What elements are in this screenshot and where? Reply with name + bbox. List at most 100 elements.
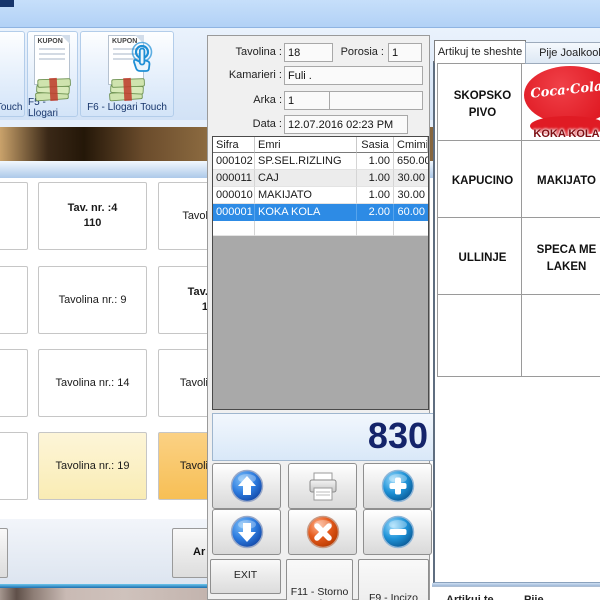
pos-app-window: Touch KUPON F5 - Llogari xyxy=(0,0,600,600)
money-stack-icon xyxy=(32,77,74,103)
product-button-empty[interactable] xyxy=(437,294,528,377)
table-button-label: Tavoli xyxy=(180,376,208,391)
cell-emri: KOKA KOLA xyxy=(255,204,357,221)
porosia-field[interactable] xyxy=(388,43,422,62)
toolbar-icon-area xyxy=(0,32,24,99)
porosia-label: Porosia : xyxy=(328,44,384,60)
bottom-partial-panel: Artikuj te Pije xyxy=(432,586,600,600)
arka-extra-field[interactable] xyxy=(329,91,423,110)
table-header-row: Sifra Emri Sasia Cmimi xyxy=(213,137,428,153)
toolbar-button-partial-touch[interactable]: Touch xyxy=(0,31,25,117)
product-button-speca-me-laken[interactable]: SPECA ME LAKEN xyxy=(521,217,600,300)
kamarieri-label: Kamarieri : xyxy=(208,67,282,83)
cell-sasia: 1.00 xyxy=(357,170,394,187)
order-panel: Tavolina : Porosia : Kamarieri : Arka : … xyxy=(207,35,430,600)
toolbar-button-f5-llogari[interactable]: KUPON F5 - Llogari xyxy=(27,31,78,117)
table-button-partial[interactable] xyxy=(0,349,28,417)
table-button-partial[interactable] xyxy=(0,182,28,250)
product-label: ULLINJE xyxy=(459,250,507,266)
partial-section-label: Artikuj te xyxy=(446,594,494,600)
partial-section-label: Pije xyxy=(524,594,544,600)
table-button-tavolina-9[interactable]: Tavolina nr.: 9 xyxy=(38,266,147,334)
table-button-tavolina-19[interactable]: Tavolina nr.: 19 xyxy=(38,432,147,500)
kupon-receipt-money-icon: KUPON xyxy=(105,35,149,97)
cell-sasia: 1.00 xyxy=(357,187,394,204)
tab-pije-joalkoolike[interactable]: Pije Joalkoolike xyxy=(525,42,600,64)
page-fold-icon xyxy=(61,35,70,44)
table-row-selected[interactable]: 000001 KOKA KOLA 2.00 60.00 xyxy=(213,204,428,221)
footer-button-label: Ar xyxy=(193,546,205,558)
data-label: Data : xyxy=(208,116,282,132)
column-header-cmimi[interactable]: Cmimi xyxy=(394,137,428,153)
toolbar-button-label: Touch xyxy=(0,99,26,116)
kupon-receipt-money-icon: KUPON xyxy=(31,35,75,97)
cell-cmimi: 650.00 xyxy=(394,153,428,170)
tab-artikuj-te-sheshte[interactable]: Artikuj te sheshte xyxy=(434,40,526,63)
order-items-table: Sifra Emri Sasia Cmimi 000102 SP.SEL.RIZ… xyxy=(212,136,429,410)
add-item-button[interactable] xyxy=(363,463,432,509)
move-up-button[interactable] xyxy=(212,463,281,509)
table-row-empty[interactable] xyxy=(213,221,428,236)
kamarieri-field[interactable] xyxy=(284,66,423,85)
arka-field[interactable] xyxy=(284,91,333,110)
data-field[interactable] xyxy=(284,115,408,134)
cell-cmimi: 30.00 xyxy=(394,187,428,204)
tavolina-field[interactable] xyxy=(284,43,333,62)
table-button-label: Tavolina nr.: 14 xyxy=(56,376,130,391)
cell-emri: MAKIJATO xyxy=(255,187,357,204)
product-button-makijato[interactable]: MAKIJATO xyxy=(521,140,600,223)
cell-sifra: 000001 xyxy=(213,204,255,221)
window-corner-chip xyxy=(0,0,14,7)
table-button-tav-4[interactable]: Tav. nr. :4 110 xyxy=(38,182,147,250)
cell-sasia: 2.00 xyxy=(357,204,394,221)
table-button-label: Tav. nr. :4 xyxy=(68,201,118,216)
cell-sasia: 1.00 xyxy=(357,153,394,170)
column-header-emri[interactable]: Emri xyxy=(255,137,357,153)
touch-hand-icon xyxy=(129,41,155,75)
print-button[interactable] xyxy=(288,463,357,509)
bottom-photo-strip xyxy=(0,588,207,600)
f11-storno-button[interactable]: F11 - Storno Incizo xyxy=(286,559,353,600)
arka-label: Arka : xyxy=(208,92,282,108)
money-stack-icon xyxy=(106,77,148,103)
f9-incizo-button[interactable]: F9 - Incizo xyxy=(358,559,429,600)
table-button-label: Tav. xyxy=(188,285,208,300)
minus-icon xyxy=(380,514,416,550)
table-button-label: Tavoli xyxy=(180,459,208,474)
table-row[interactable]: 000102 SP.SEL.RIZLING 1.00 650.00 xyxy=(213,153,428,170)
move-down-button[interactable] xyxy=(212,509,281,555)
toolbar-button-f6-llogari-touch[interactable]: KUPON F6 - L xyxy=(80,31,174,117)
table-row[interactable]: 000011 CAJ 1.00 30.00 xyxy=(213,170,428,187)
product-button-empty[interactable] xyxy=(521,294,600,377)
table-button-label: Tavol xyxy=(182,209,208,224)
printer-icon xyxy=(305,468,341,504)
product-button-skopsko-pivo[interactable]: SKOPSKO PIVO xyxy=(437,63,528,146)
plus-icon xyxy=(380,468,416,504)
order-total-display: 830 xyxy=(212,413,437,461)
window-title-band xyxy=(0,0,600,27)
remove-item-button[interactable] xyxy=(363,509,432,555)
exit-button[interactable]: EXIT xyxy=(210,559,281,594)
table-button-sublabel: 110 xyxy=(84,216,102,231)
table-button-partial[interactable] xyxy=(0,432,28,500)
table-button-label: Tavolina nr.: 19 xyxy=(56,459,130,474)
table-row[interactable]: 000010 MAKIJATO 1.00 30.00 xyxy=(213,187,428,204)
product-label: SPECA ME LAKEN xyxy=(532,242,600,274)
footer-button-partial[interactable] xyxy=(0,528,8,578)
product-label: MAKIJATO xyxy=(537,173,596,189)
product-button-kapucino[interactable]: KAPUCINO xyxy=(437,140,528,223)
f9-button-label: F9 - Incizo xyxy=(359,592,428,600)
product-button-koka-kola[interactable]: Coca·Cola KOKA KOLA xyxy=(521,63,600,146)
column-header-sifra[interactable]: Sifra xyxy=(213,137,255,153)
cancel-icon xyxy=(305,514,341,550)
table-button-partial[interactable] xyxy=(0,266,28,334)
articles-grid: SKOPSKO PIVO Coca·Cola KOKA KOLA KAPUCIN… xyxy=(433,61,600,583)
cell-cmimi: 30.00 xyxy=(394,170,428,187)
table-button-tavolina-14[interactable]: Tavolina nr.: 14 xyxy=(38,349,147,417)
product-button-ullinje[interactable]: ULLINJE xyxy=(437,217,528,300)
product-label: SKOPSKO PIVO xyxy=(440,88,525,120)
column-header-sasia[interactable]: Sasia xyxy=(357,137,394,153)
cell-cmimi: 60.00 xyxy=(394,204,428,221)
cancel-item-button[interactable] xyxy=(288,509,357,555)
arrow-down-icon xyxy=(229,514,265,550)
